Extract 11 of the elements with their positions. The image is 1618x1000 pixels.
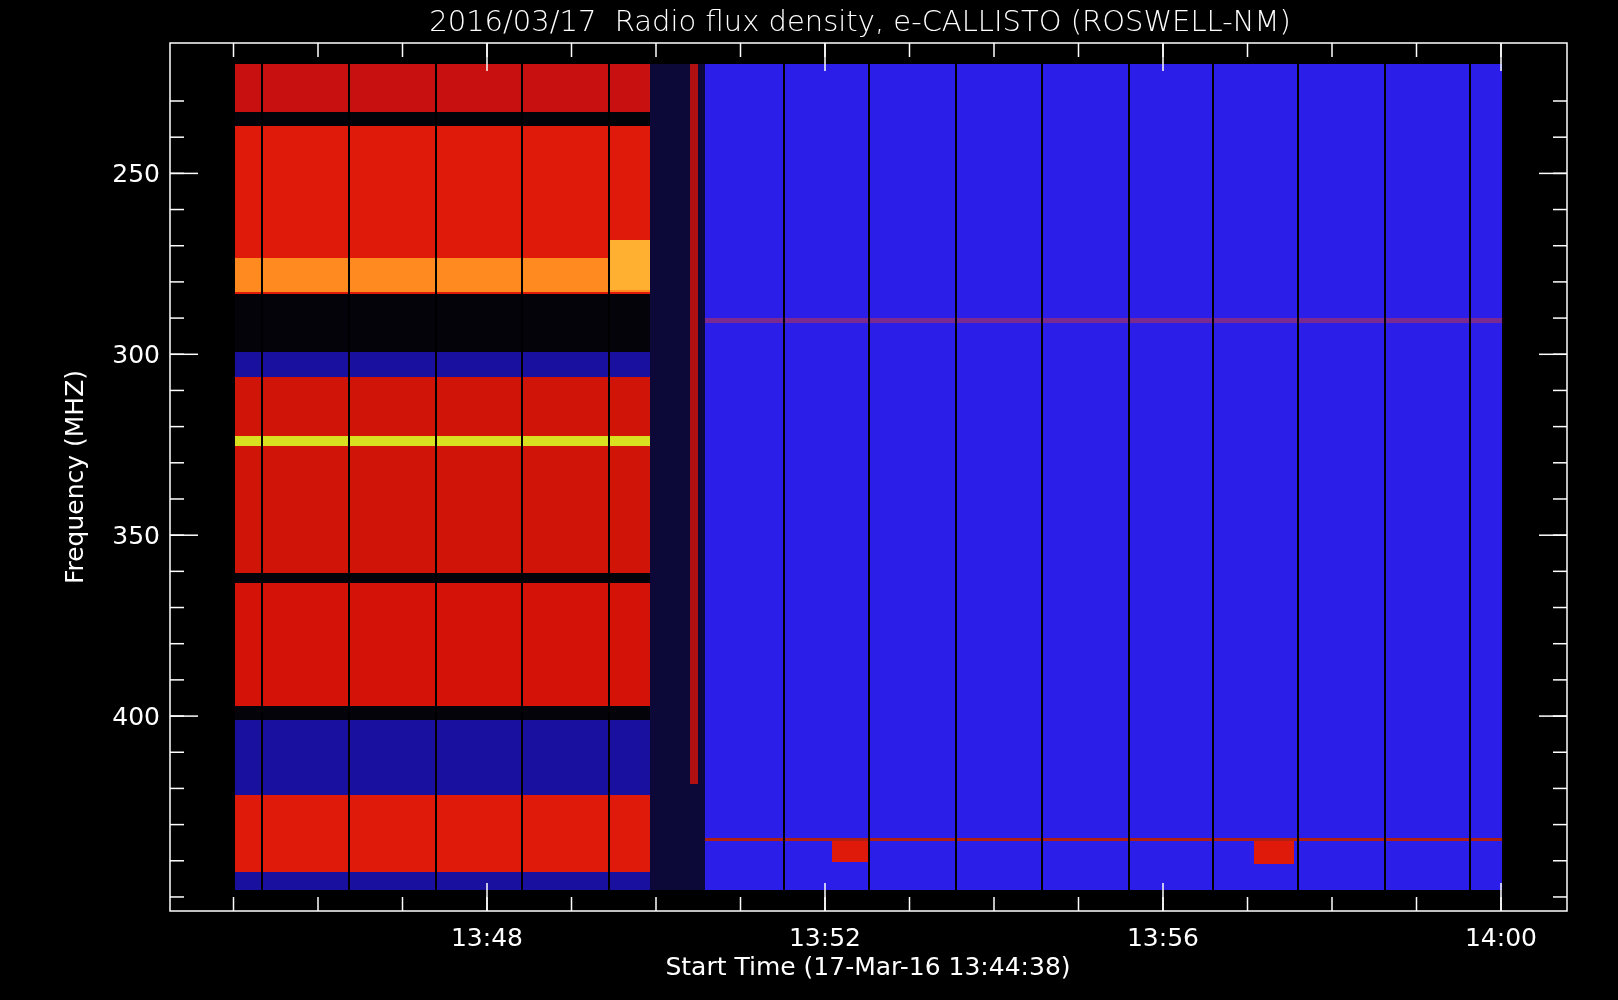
y-axis-label: Frequency (MHZ) bbox=[60, 369, 89, 585]
x-tick-label: 13:56 bbox=[1127, 923, 1199, 952]
y-tick-label: 350 bbox=[112, 521, 160, 551]
x-tick-label: 14:00 bbox=[1465, 923, 1537, 952]
x-tick-label: 13:52 bbox=[789, 923, 861, 952]
x-tick-label: 13:48 bbox=[451, 923, 523, 952]
y-tick-label: 300 bbox=[112, 340, 160, 370]
y-tick-label: 400 bbox=[112, 702, 160, 732]
x-axis-label: Start Time (17-Mar-16 13:44:38) bbox=[665, 952, 1071, 981]
plot-title: 2016/03/17 Radio flux density, e-CALLISTO (ROSWELL-NM) bbox=[429, 4, 1291, 38]
y-tick-label: 250 bbox=[112, 159, 160, 189]
